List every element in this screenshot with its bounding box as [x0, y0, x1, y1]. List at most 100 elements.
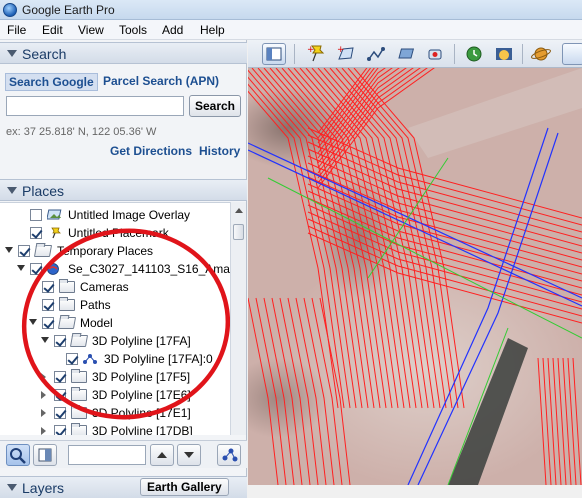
switch-planet-button[interactable]	[530, 43, 554, 65]
tab-parcel-search[interactable]: Parcel Search (APN)	[100, 73, 222, 89]
tree-item-label: 3D Polyline [17F5]	[92, 370, 191, 384]
checkbox[interactable]	[54, 407, 66, 419]
folder-icon	[59, 297, 75, 311]
collapse-triangle-icon	[7, 187, 17, 194]
checkbox[interactable]	[54, 425, 66, 435]
tab-search-google[interactable]: Search Google	[5, 73, 98, 91]
tree-item-image-overlay[interactable]: Untitled Image Overlay	[0, 206, 230, 224]
historical-imagery-button[interactable]	[462, 43, 486, 65]
checkbox[interactable]	[30, 209, 42, 221]
tree-item-polyline-17e6[interactable]: 3D Polyline [17E6]	[0, 386, 230, 404]
panel-icon	[38, 448, 52, 462]
earth-gallery-button[interactable]: Earth Gallery	[140, 478, 229, 496]
tree-item-label: 3D Polyline [17FA]	[92, 334, 191, 348]
menu-help[interactable]: Help	[200, 23, 225, 37]
menu-edit[interactable]: Edit	[42, 23, 63, 37]
checkbox[interactable]	[54, 335, 66, 347]
tree-item-polyline-17f5[interactable]: 3D Polyline [17F5]	[0, 368, 230, 386]
search-button[interactable]: Search	[189, 95, 241, 117]
tree-item-kml-document[interactable]: Se_C3027_141103_S16_Amal...	[0, 260, 230, 278]
arrow-down-icon	[184, 452, 194, 458]
tree-item-label: Paths	[80, 298, 111, 312]
tree-item-label: 3D Polyline [17FA]:0	[104, 352, 213, 366]
checkbox[interactable]	[42, 317, 54, 329]
main-toolbar: + +	[248, 40, 582, 68]
expand-arrow-icon[interactable]	[41, 427, 46, 435]
switch-planet-icon	[531, 47, 551, 61]
tree-item-label: Temporary Places	[57, 244, 154, 258]
tree-item-model[interactable]: Model	[0, 314, 230, 332]
add-image-overlay-button[interactable]	[394, 43, 418, 65]
toggle-sidebar-button[interactable]	[262, 43, 286, 65]
satellite-map-canvas[interactable]	[248, 68, 582, 485]
layers-panel-header[interactable]: Layers Earth Gallery	[0, 476, 247, 498]
add-placemark-button[interactable]: +	[304, 43, 328, 65]
expand-arrow-icon[interactable]	[29, 319, 37, 325]
expand-arrow-icon[interactable]	[5, 247, 13, 253]
history-link[interactable]: History	[199, 144, 240, 158]
scroll-up-icon[interactable]	[235, 208, 243, 213]
checkbox[interactable]	[42, 299, 54, 311]
search-panel-header[interactable]: Search	[0, 42, 247, 64]
sidebar-view-button[interactable]	[33, 444, 57, 466]
tree-item-polyline-17db[interactable]: 3D Polyline [17DB]	[0, 422, 230, 435]
tree-item-cameras[interactable]: Cameras	[0, 278, 230, 296]
toolbar-separator	[522, 44, 523, 64]
get-directions-link[interactable]: Get Directions	[110, 144, 192, 158]
expand-arrow-icon[interactable]	[41, 391, 46, 399]
move-down-button[interactable]	[177, 444, 201, 466]
search-header-label: Search	[22, 46, 67, 62]
checkbox[interactable]	[42, 281, 54, 293]
expand-arrow-icon[interactable]	[41, 337, 49, 343]
checkbox[interactable]	[30, 263, 42, 275]
checkbox[interactable]	[54, 389, 66, 401]
layers-header-label: Layers	[22, 480, 65, 496]
placemark-pin-icon	[51, 227, 61, 239]
checkbox[interactable]	[54, 371, 66, 383]
expand-arrow-icon[interactable]	[41, 373, 46, 381]
folder-icon	[71, 405, 87, 419]
sunlight-button[interactable]	[492, 43, 516, 65]
move-up-button[interactable]	[150, 444, 174, 466]
add-path-button[interactable]	[364, 43, 388, 65]
tree-item-temporary-places[interactable]: Temporary Places	[0, 242, 230, 260]
sunlight-icon	[496, 48, 512, 60]
expand-arrow-icon[interactable]	[41, 409, 46, 417]
record-tour-button[interactable]	[424, 43, 448, 65]
toolbar-separator	[454, 44, 455, 64]
tree-item-polyline-17e1[interactable]: 3D Polyline [17E1]	[0, 404, 230, 422]
places-filter-input[interactable]	[68, 445, 146, 465]
places-panel-header[interactable]: Places	[0, 179, 247, 201]
add-polygon-button[interactable]: +	[334, 43, 358, 65]
menu-file[interactable]: File	[7, 23, 26, 37]
menu-add[interactable]: Add	[162, 23, 183, 37]
add-content-button[interactable]	[217, 444, 241, 466]
search-example-hint: ex: 37 25.818' N, 122 05.36' W	[6, 126, 157, 138]
expand-arrow-icon[interactable]	[17, 265, 25, 271]
tree-item-polyline-17fa-0[interactable]: 3D Polyline [17FA]:0	[0, 350, 230, 368]
tree-item-label: 3D Polyline [17E6]	[92, 388, 191, 402]
search-input[interactable]	[6, 96, 184, 116]
tree-item-placemark[interactable]: Untitled Placemark	[0, 224, 230, 242]
checkbox[interactable]	[18, 245, 30, 257]
checkbox[interactable]	[30, 227, 42, 239]
tree-item-label: Se_C3027_141103_S16_Amal...	[68, 262, 230, 276]
magnifier-icon	[10, 448, 26, 464]
scrollbar-thumb[interactable]	[233, 224, 244, 240]
tree-item-paths[interactable]: Paths	[0, 296, 230, 314]
google-earth-icon	[3, 3, 17, 17]
collapse-triangle-icon	[7, 50, 17, 57]
toolbar-separator	[294, 44, 295, 64]
tree-item-label: Untitled Image Overlay	[68, 208, 191, 222]
search-places-button[interactable]	[6, 444, 30, 466]
menu-tools[interactable]: Tools	[119, 23, 147, 37]
tree-item-polyline-17fa[interactable]: 3D Polyline [17FA]	[0, 332, 230, 350]
map-3d-view[interactable]	[248, 68, 582, 485]
window-title: Google Earth Pro	[22, 3, 115, 17]
checkbox[interactable]	[66, 353, 78, 365]
menu-view[interactable]: View	[78, 23, 104, 37]
more-tools-button[interactable]	[562, 43, 582, 65]
places-header-label: Places	[22, 183, 65, 199]
tree-item-label: Model	[80, 316, 113, 330]
places-scrollbar[interactable]	[230, 202, 246, 435]
